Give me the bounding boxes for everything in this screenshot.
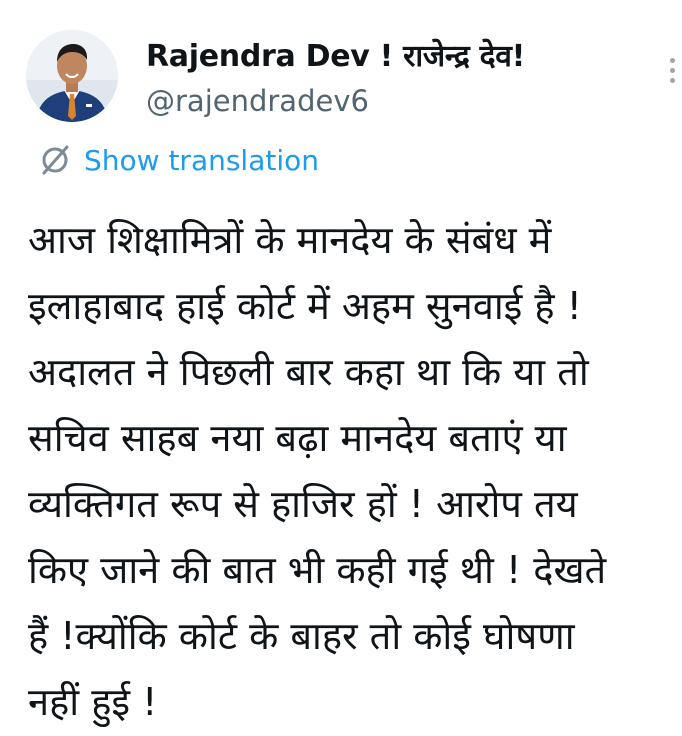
author-display-name[interactable]: Rajendra Dev ! राजेन्द्र देव! [146,34,525,75]
tweet-text-line: हैं !क्योंकि कोर्ट के बाहर तो कोई घोषणा [28,614,575,658]
show-translation-label: Show translation [84,143,320,177]
author-handle[interactable]: @rajendradev6 [146,84,369,118]
more-vertical-icon [669,57,675,63]
show-translation-button[interactable]: Show translation [38,142,319,178]
more-options-button[interactable] [662,50,682,90]
profile-photo-icon [26,30,118,122]
tweet-text-line: आज शिक्षामित्रों के मानदेय के संबंध में [28,218,552,262]
tweet-text-line: व्यक्तिगत रूप से हाजिर हों ! आरोप तय [28,482,578,526]
translate-icon [38,143,72,177]
tweet-text: आज शिक्षामित्रों के मानदेय के संबंध में … [28,207,678,735]
tweet-text-line: किए जाने की बात भी कही गई थी ! देखते [28,548,607,592]
tweet-text-line: सचिव साहब नया बढ़ा मानदेय बताएं या [28,416,567,460]
tweet-card: Rajendra Dev ! राजेन्द्र देव! @rajendrad… [0,0,682,736]
tweet-text-line: इलाहाबाद हाई कोर्ट में अहम सुनवाई है ! [28,284,582,328]
avatar[interactable] [26,30,118,122]
tweet-text-line: नहीं हुई ! [28,680,158,724]
tweet-text-line: अदालत ने पिछली बार कहा था कि या तो [28,350,589,394]
